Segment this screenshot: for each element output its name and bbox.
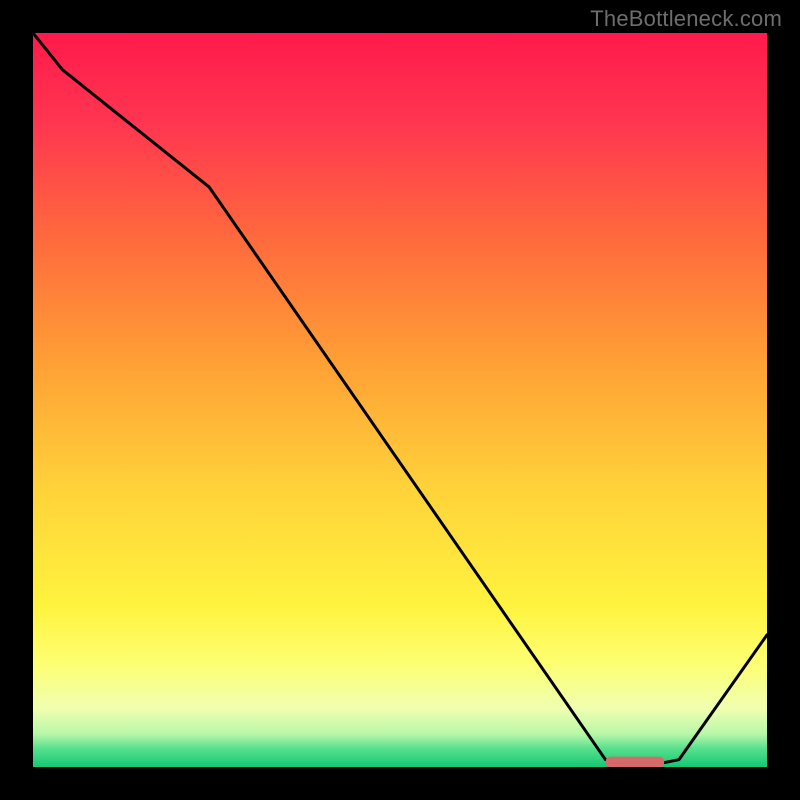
chart-frame: TheBottleneck.com [0,0,800,800]
curve-line [33,33,767,767]
plot-area [33,33,767,767]
optimal-marker [606,757,665,767]
watermark-text: TheBottleneck.com [590,6,782,32]
bottleneck-curve [33,33,767,767]
